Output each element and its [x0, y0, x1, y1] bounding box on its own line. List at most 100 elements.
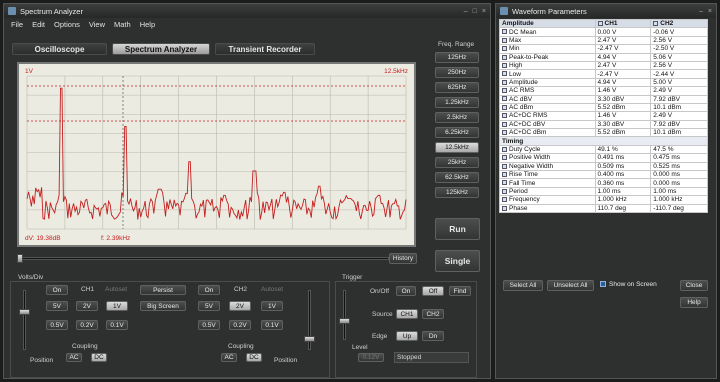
- ch1-volts-0-2v[interactable]: 0.2V: [76, 320, 98, 330]
- checkbox-icon[interactable]: [502, 172, 507, 177]
- ch2-volts-0-2v[interactable]: 0.2V: [229, 320, 251, 330]
- trigger-source-ch1[interactable]: CH1: [396, 309, 418, 319]
- ch2-volts-0-1v[interactable]: 0.1V: [261, 320, 283, 330]
- checkbox-icon[interactable]: [502, 62, 507, 68]
- freq-range-1-25khz[interactable]: 1.25kHz: [435, 97, 479, 108]
- checkbox-icon[interactable]: [502, 205, 507, 211]
- parameter-name-cell[interactable]: Frequency: [499, 195, 596, 205]
- minimize-icon[interactable]: –: [464, 8, 468, 15]
- parameter-name-cell[interactable]: AC+DC dBm: [499, 128, 596, 138]
- tab-oscilloscope[interactable]: Oscilloscope: [12, 43, 107, 55]
- tab-transient-recorder[interactable]: Transient Recorder: [215, 43, 315, 55]
- parameter-name-cell[interactable]: Peak-to-Peak: [499, 52, 596, 62]
- freq-range-12-5khz[interactable]: 12.5kHz: [435, 142, 479, 153]
- parameter-name-cell[interactable]: AC dBV: [499, 94, 596, 104]
- parameter-name-cell[interactable]: Negative Width: [499, 161, 596, 172]
- close-button[interactable]: Close: [680, 280, 708, 291]
- big-screen-button[interactable]: Big Screen: [140, 301, 186, 311]
- checkbox-icon[interactable]: [502, 188, 507, 194]
- freq-range-25khz[interactable]: 25kHz: [435, 157, 479, 168]
- help-button[interactable]: Help: [680, 297, 708, 308]
- menu-options[interactable]: Options: [54, 20, 80, 29]
- parameter-name-cell[interactable]: AC dBm: [499, 102, 596, 113]
- ch1-volts-2v[interactable]: 2V: [76, 301, 98, 311]
- checkbox-icon[interactable]: [502, 113, 507, 119]
- parameter-name-cell[interactable]: AC+DC dBV: [499, 119, 596, 130]
- freq-range-125khz[interactable]: 125kHz: [435, 187, 479, 198]
- ch2-coupling-ac[interactable]: AC: [221, 353, 237, 362]
- checkbox-icon[interactable]: [502, 88, 507, 94]
- ch1-volts-5v[interactable]: 5V: [46, 301, 68, 311]
- spectrum-plot[interactable]: 1V 12.5kHz dV: 19.38dB f: 2.39kHz: [17, 62, 416, 247]
- ch2-volts-1v[interactable]: 1V: [261, 301, 283, 311]
- trigger-level-track[interactable]: [343, 290, 346, 340]
- menu-file[interactable]: File: [11, 20, 23, 29]
- checkbox-icon[interactable]: [502, 163, 507, 169]
- show-on-screen-toggle[interactable]: Show on Screen: [600, 281, 657, 288]
- close-icon[interactable]: ×: [482, 8, 486, 15]
- ch1-coupling-dc[interactable]: DC: [91, 353, 107, 362]
- select-all-button[interactable]: Select All: [503, 280, 543, 291]
- checkbox-icon[interactable]: [502, 146, 507, 152]
- freq-range-125hz[interactable]: 125Hz: [435, 52, 479, 63]
- checkbox-icon[interactable]: [502, 79, 507, 85]
- checkbox-icon[interactable]: [502, 155, 507, 161]
- waveform-title-bar[interactable]: Waveform Parameters – ×: [496, 4, 716, 18]
- tab-spectrum-analyzer[interactable]: Spectrum Analyzer: [112, 43, 210, 55]
- checkbox-icon[interactable]: [502, 197, 507, 203]
- spectrum-title-bar[interactable]: Spectrum Analyzer – □ ×: [4, 4, 490, 18]
- unselect-all-button[interactable]: Unselect All: [547, 280, 594, 291]
- plot-scroll-knob[interactable]: [17, 254, 23, 263]
- ch2-position-knob[interactable]: [304, 336, 315, 342]
- parameter-name-cell[interactable]: Low: [499, 69, 596, 79]
- checkbox-icon[interactable]: [502, 29, 507, 35]
- parameter-name-cell[interactable]: High: [499, 60, 596, 71]
- trigger-edge-dn[interactable]: Dn: [422, 331, 444, 341]
- ch2-autoset[interactable]: Autoset: [261, 286, 283, 293]
- checkbox-icon[interactable]: [502, 54, 507, 60]
- ch2-coupling-dc[interactable]: DC: [246, 353, 262, 362]
- run-button[interactable]: Run: [435, 218, 480, 240]
- checkbox-icon[interactable]: [653, 20, 659, 26]
- ch1-autoset[interactable]: Autoset: [105, 286, 127, 293]
- freq-range-625hz[interactable]: 625Hz: [435, 82, 479, 93]
- ch1-coupling-ac[interactable]: AC: [66, 353, 82, 362]
- checkbox-icon[interactable]: [502, 96, 507, 102]
- maximize-icon[interactable]: □: [473, 8, 477, 15]
- parameter-name-cell[interactable]: Fall Time: [499, 178, 596, 188]
- close-icon[interactable]: ×: [708, 8, 712, 15]
- ch1-volts-1v[interactable]: 1V: [106, 301, 128, 311]
- ch2-volts-2v[interactable]: 2V: [229, 301, 251, 311]
- parameter-name-cell[interactable]: Positive Width: [499, 153, 596, 163]
- ch1-position-knob[interactable]: [19, 309, 30, 315]
- checkbox-icon[interactable]: [502, 37, 507, 43]
- checkbox-icon[interactable]: [502, 46, 507, 52]
- parameter-name-cell[interactable]: Max: [499, 35, 596, 46]
- history-button[interactable]: History: [389, 253, 417, 264]
- ch1-position-track[interactable]: [23, 290, 26, 350]
- checkbox-icon[interactable]: [502, 71, 507, 77]
- checkbox-icon[interactable]: [502, 130, 507, 136]
- ch2-on-button[interactable]: On: [198, 285, 220, 295]
- ch1-volts-0-5v[interactable]: 0.5V: [46, 320, 68, 330]
- column-header-ch2[interactable]: CH2: [650, 18, 708, 29]
- trigger-find-button[interactable]: Find: [449, 286, 471, 296]
- trigger-off-button[interactable]: Off: [422, 286, 444, 296]
- parameter-name-cell[interactable]: Amplitude: [499, 77, 596, 88]
- freq-range-2-5khz[interactable]: 2.5kHz: [435, 112, 479, 123]
- trigger-level-knob[interactable]: [339, 318, 350, 324]
- parameter-name-cell[interactable]: AC+DC RMS: [499, 111, 596, 121]
- menu-view[interactable]: View: [89, 20, 105, 29]
- checkbox-icon[interactable]: [600, 281, 606, 288]
- freq-range-62-5khz[interactable]: 62.5kHz: [435, 172, 479, 183]
- freq-range-6-25khz[interactable]: 6.25kHz: [435, 127, 479, 138]
- ch1-volts-0-1v[interactable]: 0.1V: [106, 320, 128, 330]
- parameter-name-cell[interactable]: Duty Cycle: [499, 144, 596, 155]
- ch1-on-button[interactable]: On: [46, 285, 68, 295]
- freq-range-250hz[interactable]: 250Hz: [435, 67, 479, 78]
- ch2-volts-0-5v[interactable]: 0.5V: [198, 320, 220, 330]
- parameter-name-cell[interactable]: Min: [499, 44, 596, 54]
- menu-edit[interactable]: Edit: [32, 20, 45, 29]
- trigger-edge-up[interactable]: Up: [396, 331, 418, 341]
- menu-math[interactable]: Math: [114, 20, 131, 29]
